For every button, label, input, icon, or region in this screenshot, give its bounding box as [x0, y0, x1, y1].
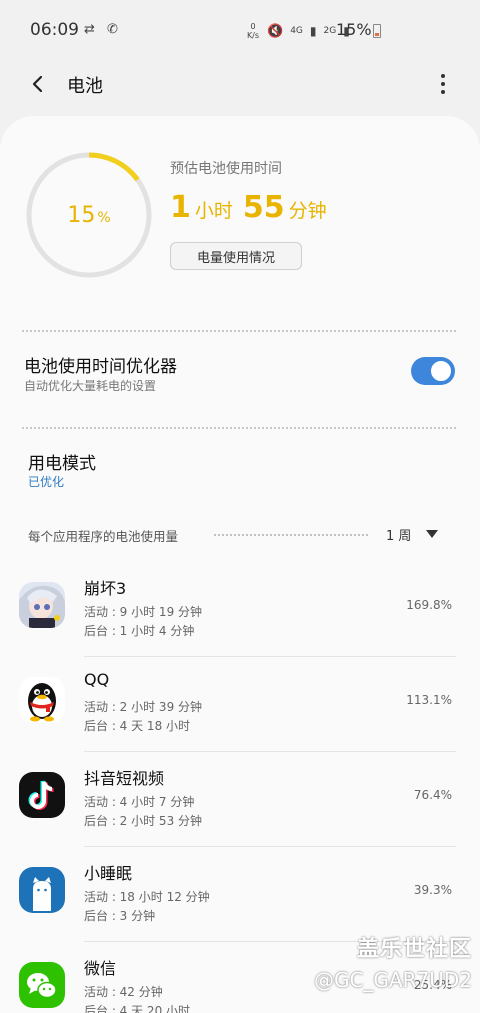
app-usage-percent: 113.1% [406, 693, 452, 707]
app-name: 崩坏3 [84, 579, 127, 598]
more-options-button[interactable] [430, 70, 456, 98]
period-selector[interactable]: 1 周 [386, 525, 411, 544]
status-battery-percent: 15% [336, 20, 372, 39]
status-notification-icons: ⇄ ✆ [84, 22, 122, 37]
app-name: 小睡眠 [84, 864, 133, 883]
wechat-app-icon [19, 962, 65, 1008]
more-dot-icon [441, 82, 445, 86]
app-background-time: 后台 : 4 天 20 小时 [84, 1004, 191, 1013]
app-row-douyin[interactable]: 抖音短视频 活动 : 4 小时 7 分钟 后台 : 2 小时 53 分钟 76.… [0, 752, 480, 847]
status-signal-icons: 0 K/s 🔇 4G ▮ 2G ▮ [246, 22, 350, 40]
estimate-minutes-unit: 分钟 [288, 200, 327, 222]
optimizer-title[interactable]: 电池使用时间优化器 [24, 352, 177, 377]
estimate-label: 预估电池使用时间 [170, 161, 282, 177]
app-background-time: 后台 : 3 分钟 [84, 909, 156, 923]
dropdown-arrow-icon[interactable] [426, 530, 438, 538]
status-bar: 06:09 ⇄ ✆ 0 K/s 🔇 4G ▮ 2G ▮ 15% [0, 0, 480, 60]
app-usage-percent: 76.4% [413, 788, 452, 802]
back-button[interactable] [24, 70, 52, 98]
net-4g-indicator: 4G [290, 26, 303, 36]
toggle-knob [429, 359, 453, 383]
app-usage-percent: 169.8% [406, 598, 452, 612]
app-row-honkai[interactable]: 崩坏3 活动 : 9 小时 19 分钟 后台 : 1 小时 4 分钟 169.8… [0, 562, 480, 657]
signal-icon: ▮ [309, 24, 317, 38]
app-bar: 电池 [0, 60, 480, 108]
per-app-usage-label: 每个应用程序的电池使用量 [28, 529, 179, 544]
battery-icon [373, 24, 381, 38]
divider [214, 534, 368, 536]
app-active-time: 活动 : 18 小时 12 分钟 [84, 890, 210, 904]
back-arrow-icon [32, 75, 43, 93]
app-name: 抖音短视频 [84, 769, 165, 788]
estimate-hours: 1 [170, 190, 191, 225]
watermark-user: @GC_GAR7UD2 [313, 968, 472, 992]
divider [22, 330, 456, 332]
battery-percent-display: 15 % [26, 152, 152, 278]
app-active-time: 活动 : 2 小时 39 分钟 [84, 700, 203, 714]
estimate-minutes: 55 [242, 190, 285, 225]
estimate-hours-unit: 小时 [194, 200, 233, 222]
app-active-time: 活动 : 9 小时 19 分钟 [84, 605, 203, 619]
battery-percent-unit: % [97, 210, 111, 226]
sleep-app-icon [19, 867, 65, 913]
douyin-app-icon [19, 772, 65, 818]
app-background-time: 后台 : 2 小时 53 分钟 [84, 814, 203, 828]
mute-icon: 🔇 [267, 23, 284, 39]
app-active-time: 活动 : 42 分钟 [84, 985, 163, 999]
app-usage-percent: 39.3% [413, 883, 452, 897]
estimate-time: 1 小时 55 分钟 [170, 190, 337, 225]
honkai-app-icon [19, 582, 65, 628]
battery-card: 15 % 预估电池使用时间 1 小时 55 分钟 电量使用情况 电池使用时间优化… [0, 116, 480, 1013]
page-title: 电池 [67, 76, 103, 97]
app-row-xiaoshuimian[interactable]: 小睡眠 活动 : 18 小时 12 分钟 后台 : 3 分钟 39.3% [0, 847, 480, 942]
divider [22, 427, 456, 429]
power-mode-title[interactable]: 用电模式 [28, 449, 96, 474]
battery-percent-number: 15 [67, 202, 96, 228]
app-active-time: 活动 : 4 小时 7 分钟 [84, 795, 195, 809]
power-mode-value: 已优化 [28, 475, 65, 489]
app-background-time: 后台 : 4 天 18 小时 [84, 719, 191, 733]
optimizer-toggle[interactable] [411, 357, 455, 385]
net-2g-indicator: 2G [323, 26, 337, 36]
more-dot-icon [441, 74, 445, 78]
app-row-qq[interactable]: QQ 活动 : 2 小时 39 分钟 后台 : 4 天 18 小时 113.1% [0, 657, 480, 752]
app-background-time: 后台 : 1 小时 4 分钟 [84, 624, 195, 638]
optimizer-subtitle: 自动优化大量耗电的设置 [24, 379, 157, 393]
watermark-community: 盖乐世社区 [356, 937, 472, 962]
qq-app-icon [19, 677, 65, 723]
net-speed-indicator: 0 K/s [246, 22, 260, 40]
app-name: 微信 [84, 959, 117, 978]
more-dot-icon [441, 90, 445, 94]
status-time: 06:09 [30, 20, 79, 40]
battery-level-ring: 15 % [26, 152, 152, 278]
battery-usage-button[interactable]: 电量使用情况 [170, 242, 302, 270]
app-name: QQ [84, 670, 110, 689]
